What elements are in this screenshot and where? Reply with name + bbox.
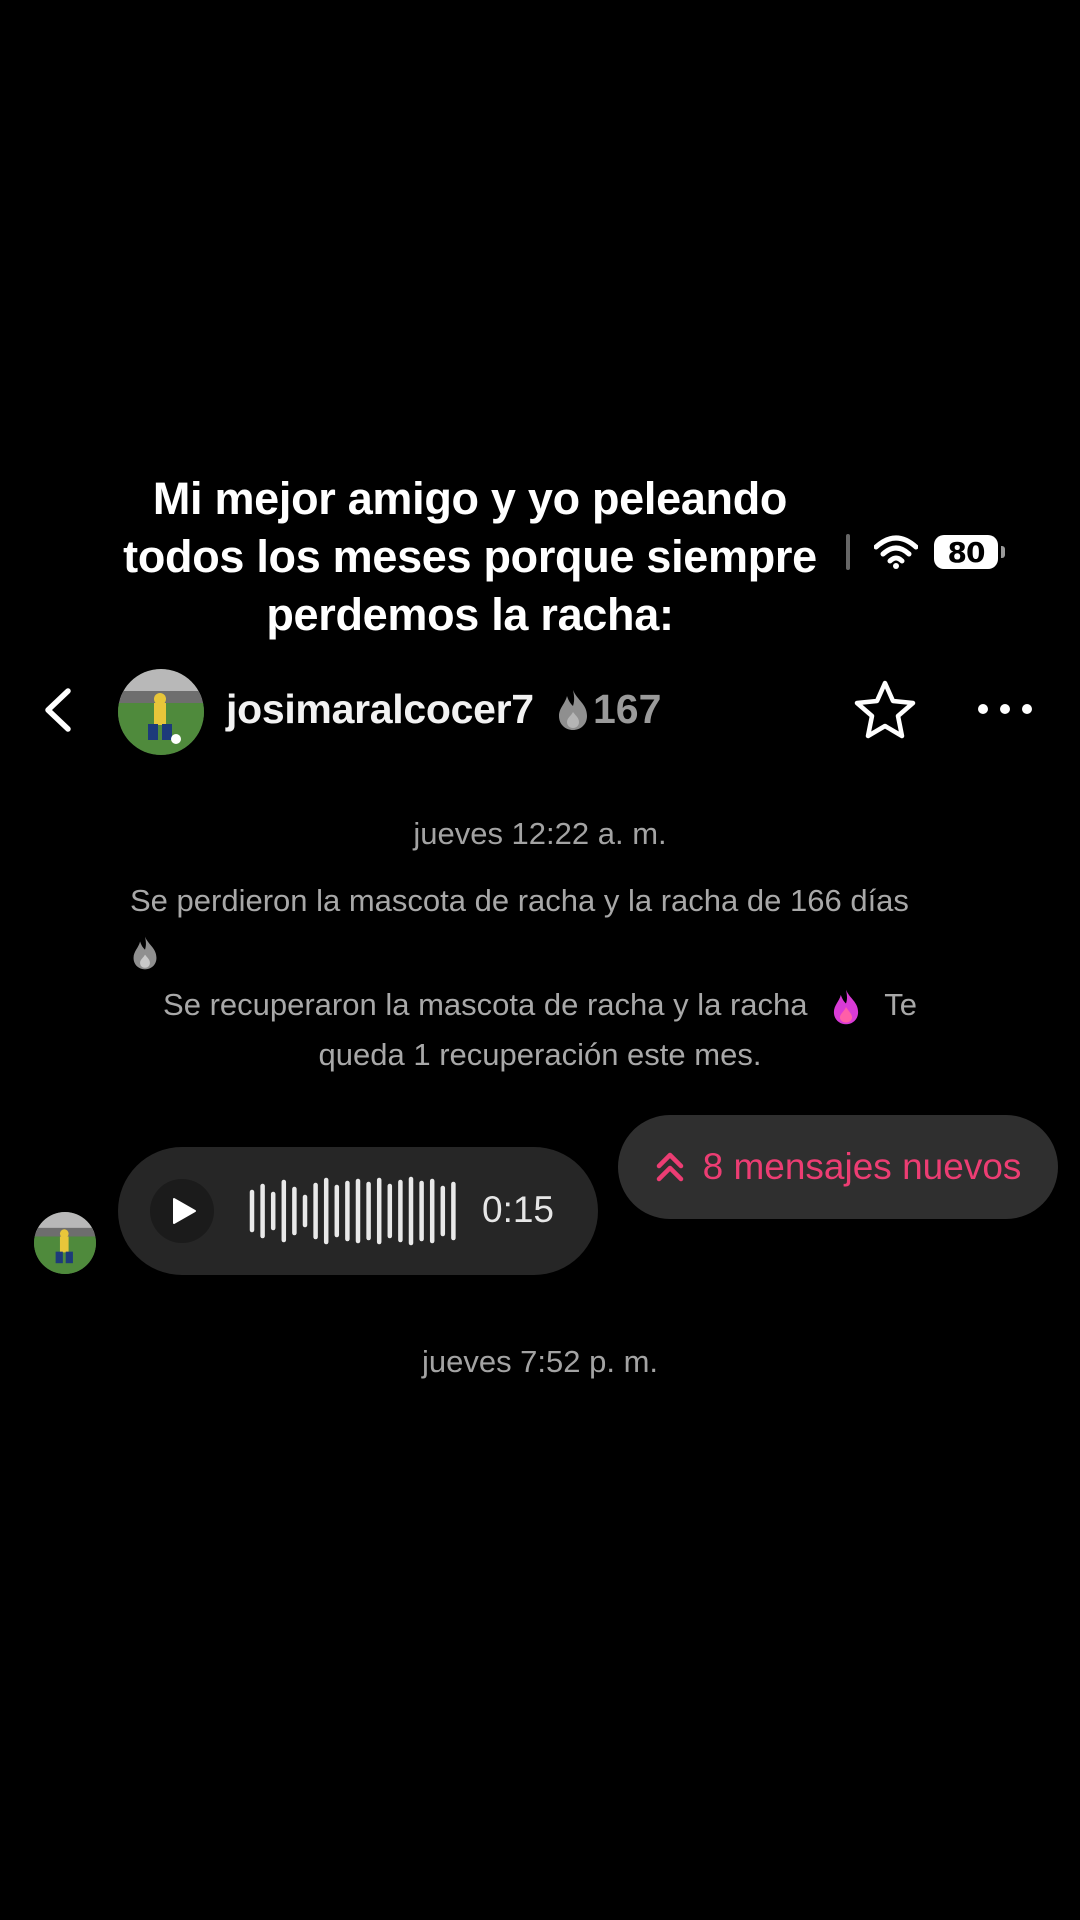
star-icon[interactable] (853, 679, 917, 741)
more-icon[interactable] (975, 694, 1035, 724)
system-message-text: Te (884, 987, 917, 1022)
flame-icon (133, 936, 157, 970)
caption-line-3: perdemos la racha: (266, 589, 674, 640)
play-icon (173, 1198, 196, 1224)
flame-icon (559, 689, 587, 730)
play-button[interactable] (150, 1179, 214, 1243)
avatar[interactable] (118, 669, 204, 755)
new-messages-button[interactable]: 8 mensajes nuevos (618, 1115, 1058, 1219)
double-chevron-up-icon (656, 1152, 683, 1182)
timestamp: jueves 7:52 p. m. (421, 1344, 659, 1379)
streak-badge[interactable]: 167 (555, 686, 661, 733)
back-icon[interactable] (38, 685, 82, 735)
streak-count: 167 (593, 686, 662, 732)
flame-icon (834, 989, 859, 1025)
new-messages-label: 8 mensajes nuevos (702, 1146, 1022, 1187)
voice-duration: 0:15 (482, 1189, 555, 1230)
system-message-streak-restored: Se recuperaron la mascota de racha y la … (0, 980, 1080, 1080)
voice-message[interactable]: 0:15 (118, 1147, 598, 1275)
caption-line-1: Mi mejor amigo y yo peleando (152, 473, 788, 524)
username[interactable]: josimaralcocer7 (226, 686, 534, 733)
system-message-text: queda 1 recuperación este mes. (318, 1037, 762, 1072)
caption-line-2: todos los meses porque siempre (123, 531, 817, 582)
system-message-streak-lost: Se perdieron la mascota de racha y la ra… (130, 876, 990, 976)
sender-avatar[interactable] (34, 1212, 96, 1274)
system-message-text: Se perdieron la mascota de racha y la ra… (130, 883, 909, 918)
chat-header: josimaralcocer7 167 (0, 665, 1080, 755)
timestamp: jueves 12:22 a. m. (413, 816, 667, 851)
system-message-text: Se recuperaron la mascota de racha y la … (163, 987, 808, 1022)
video-caption: Mi mejor amigo y yo peleando todos los m… (0, 470, 940, 644)
battery-icon: 80 (934, 535, 1005, 569)
battery-level: 80 (947, 535, 986, 569)
